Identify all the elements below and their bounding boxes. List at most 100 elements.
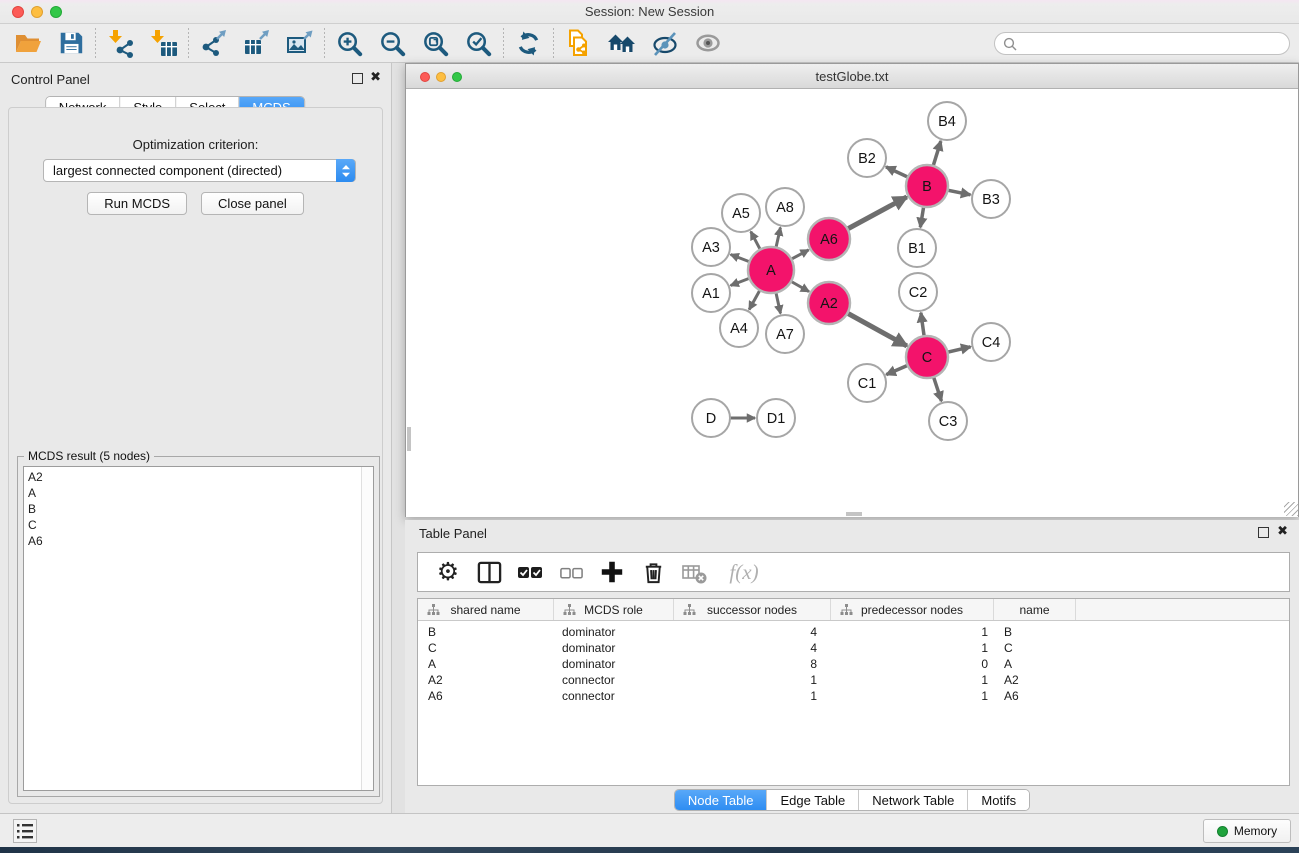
tab-motifs[interactable]: Motifs <box>967 790 1029 810</box>
table-cell[interactable]: 1 <box>674 689 831 703</box>
table-cell[interactable]: connector <box>554 689 674 703</box>
task-history-button[interactable] <box>13 819 37 843</box>
column-header-shared-name[interactable]: shared name <box>418 599 554 620</box>
mcds-result-item[interactable]: A <box>28 485 359 501</box>
export-network-button[interactable] <box>192 26 235 60</box>
network-from-file-button[interactable] <box>557 26 600 60</box>
network-window-title: testGlobe.txt <box>406 69 1298 84</box>
table-cell[interactable]: dominator <box>554 641 674 655</box>
zoom-out-icon <box>378 29 407 58</box>
table-cell[interactable]: 1 <box>831 689 994 703</box>
resize-grip[interactable] <box>1284 502 1298 516</box>
float-panel-icon[interactable] <box>352 73 363 84</box>
table-cell[interactable]: A6 <box>994 689 1076 703</box>
import-network-button[interactable] <box>99 26 142 60</box>
graph-node-label: D <box>706 411 716 427</box>
table-tabs: Node Table Edge Table Network Table Moti… <box>674 789 1030 811</box>
delete-table-button[interactable] <box>680 557 708 587</box>
zoom-out-button[interactable] <box>371 26 414 60</box>
open-session-button[interactable] <box>6 26 49 60</box>
mcds-result-item[interactable]: B <box>28 501 359 517</box>
close-panel-icon[interactable]: ✖ <box>1277 524 1288 538</box>
table-cell[interactable]: connector <box>554 673 674 687</box>
mcds-result-item[interactable]: A2 <box>28 469 359 485</box>
column-header-predecessor-nodes[interactable]: predecessor nodes <box>831 599 994 620</box>
table-cell[interactable]: A <box>418 657 554 671</box>
table-panel-title: Table Panel <box>419 526 487 541</box>
save-session-button[interactable] <box>49 26 92 60</box>
float-panel-icon[interactable] <box>1258 527 1269 538</box>
toolbar-separator <box>553 28 554 58</box>
plus-icon <box>599 559 625 585</box>
table-cell[interactable]: C <box>418 641 554 655</box>
table-cell[interactable]: dominator <box>554 657 674 671</box>
table-row: Adominator80A <box>418 656 1289 672</box>
table-cell[interactable]: 1 <box>831 625 994 639</box>
network-canvas[interactable]: B4B2BB3A5A8A6B1A3AA1A2C2A4A7C4CC1C3DD1 <box>406 89 1298 517</box>
graph-node-label: A5 <box>732 206 750 222</box>
close-panel-icon[interactable]: ✖ <box>370 70 381 84</box>
apply-layout-button[interactable] <box>507 26 550 60</box>
show-columns-button[interactable] <box>475 557 503 587</box>
hide-graphics-button[interactable] <box>643 26 686 60</box>
tab-network-table[interactable]: Network Table <box>858 790 967 810</box>
optimization-criterion-select[interactable]: largest connected component (directed) <box>43 159 356 182</box>
table-settings-button[interactable]: ⚙ <box>434 557 462 587</box>
table-cell[interactable]: 1 <box>831 641 994 655</box>
zoom-selected-button[interactable] <box>457 26 500 60</box>
toolbar-separator <box>188 28 189 58</box>
create-column-button[interactable] <box>598 557 626 587</box>
table-cell[interactable]: 1 <box>674 673 831 687</box>
zoom-fit-button[interactable] <box>414 26 457 60</box>
table-cell[interactable]: A6 <box>418 689 554 703</box>
combo-stepper-icon <box>336 159 355 182</box>
main-toolbar <box>0 24 1299 63</box>
mcds-result-item[interactable]: A6 <box>28 533 359 549</box>
horizontal-scrollbar[interactable] <box>846 512 862 516</box>
column-header-name[interactable]: name <box>994 599 1076 620</box>
unselect-all-columns-button[interactable] <box>557 557 585 587</box>
run-mcds-button[interactable]: Run MCDS <box>87 192 187 215</box>
export-image-button[interactable] <box>278 26 321 60</box>
table-row: A2connector11A2 <box>418 672 1289 688</box>
table-cell[interactable]: 0 <box>831 657 994 671</box>
delete-column-button[interactable] <box>639 557 667 587</box>
table-cell[interactable]: 8 <box>674 657 831 671</box>
toolbar-separator <box>95 28 96 58</box>
table-cell[interactable]: 4 <box>674 641 831 655</box>
node-table: shared name MCDS role successor nodes pr… <box>417 598 1290 786</box>
window-title: Session: New Session <box>0 4 1299 19</box>
table-cell[interactable]: 1 <box>831 673 994 687</box>
search-input[interactable] <box>1021 34 1281 53</box>
mcds-result-list[interactable]: A2ABCA6 <box>23 466 374 791</box>
table-cell[interactable]: A <box>994 657 1076 671</box>
table-cell[interactable]: B <box>418 625 554 639</box>
zoom-in-button[interactable] <box>328 26 371 60</box>
export-table-button[interactable] <box>235 26 278 60</box>
vertical-scrollbar[interactable] <box>407 427 411 451</box>
zoom-fit-icon <box>421 29 450 58</box>
select-all-columns-button[interactable] <box>516 557 544 587</box>
function-builder-button[interactable]: f(x) <box>721 557 767 587</box>
import-table-button[interactable] <box>142 26 185 60</box>
table-cell[interactable]: A2 <box>418 673 554 687</box>
table-cell[interactable]: 4 <box>674 625 831 639</box>
tab-node-table[interactable]: Node Table <box>675 790 767 810</box>
table-cell[interactable]: A2 <box>994 673 1076 687</box>
tab-edge-table[interactable]: Edge Table <box>766 790 858 810</box>
close-panel-button[interactable]: Close panel <box>201 192 304 215</box>
homes-button[interactable] <box>600 26 643 60</box>
table-row: A6connector11A6 <box>418 688 1289 704</box>
show-details-button[interactable] <box>686 26 729 60</box>
column-header-mcds-role[interactable]: MCDS role <box>554 599 674 620</box>
eye-slash-icon <box>650 28 680 58</box>
table-cell[interactable]: C <box>994 641 1076 655</box>
search-field[interactable] <box>994 32 1290 55</box>
mcds-result-item[interactable]: C <box>28 517 359 533</box>
table-cell[interactable]: dominator <box>554 625 674 639</box>
result-scrollbar[interactable] <box>361 467 373 790</box>
table-cell[interactable]: B <box>994 625 1076 639</box>
network-window-titlebar[interactable]: testGlobe.txt <box>406 64 1298 89</box>
memory-button[interactable]: Memory <box>1203 819 1291 843</box>
column-header-successor-nodes[interactable]: successor nodes <box>674 599 831 620</box>
